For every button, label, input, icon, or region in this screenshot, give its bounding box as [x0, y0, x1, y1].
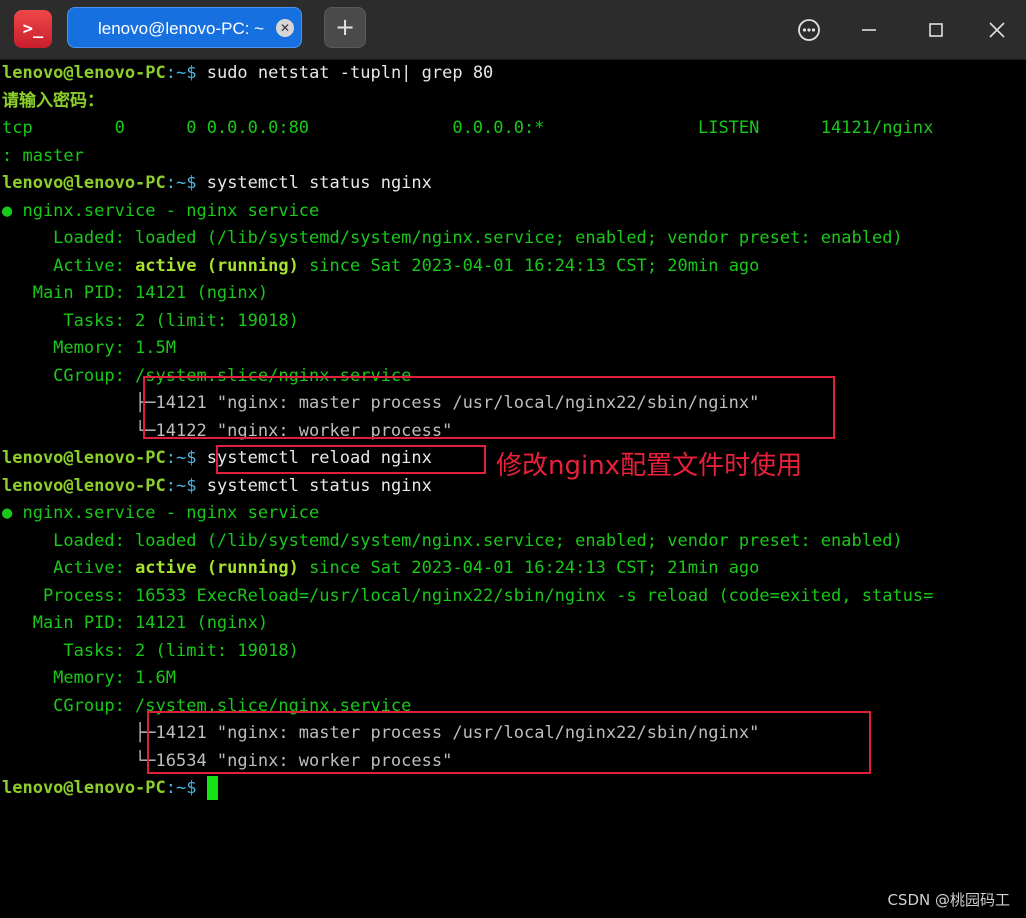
- terminal-line: Tasks: 2 (limit: 19018): [2, 311, 299, 331]
- terminal-line: Main PID: 14121 (nginx): [2, 613, 269, 633]
- plus-icon: +: [334, 13, 356, 41]
- text-cursor: [206, 776, 218, 800]
- watermark: CSDN @桃园码工: [887, 891, 1010, 909]
- command-text: systemctl reload nginx: [206, 448, 432, 468]
- maximize-icon[interactable]: [918, 12, 954, 48]
- terminal-line: ● nginx.service - nginx service: [2, 201, 320, 221]
- terminal-line: lenovo@lenovo-PC:~$ sudo netstat -tupln|…: [2, 63, 494, 83]
- terminal-line: CGroup: /system.slice/nginx.service: [2, 366, 412, 386]
- annotation-text: 修改nginx配置文件时使用: [496, 451, 803, 481]
- close-icon[interactable]: ✕: [276, 19, 294, 37]
- terminal-line: tcp 0 0 0.0.0.0:80 0.0.0.0:* LISTEN 1412…: [2, 118, 934, 138]
- terminal-line: CGroup: /system.slice/nginx.service: [2, 696, 412, 716]
- terminal-line: └─16534 "nginx: worker process": [2, 751, 453, 771]
- more-icon[interactable]: [791, 12, 827, 48]
- terminal-line: Memory: 1.5M: [2, 338, 176, 358]
- terminal-line: lenovo@lenovo-PC:~$: [2, 776, 218, 800]
- terminal-line: ├─14121 "nginx: master process /usr/loca…: [2, 393, 760, 413]
- terminal-output[interactable]: lenovo@lenovo-PC:~$ sudo netstat -tupln|…: [0, 60, 1026, 918]
- terminal-line: Process: 16533 ExecReload=/usr/local/ngi…: [2, 586, 934, 606]
- terminal-line: └─14122 "nginx: worker process": [2, 421, 453, 441]
- terminal-line: ● nginx.service - nginx service: [2, 503, 320, 523]
- minimize-icon[interactable]: [851, 12, 887, 48]
- terminal-icon[interactable]: >_: [14, 10, 52, 48]
- terminal-line: Active: active (running) since Sat 2023-…: [2, 256, 760, 276]
- terminal-line: lenovo@lenovo-PC:~$ systemctl status ngi…: [2, 476, 432, 496]
- terminal-line: 请输入密码：: [2, 89, 104, 113]
- terminal-line: Loaded: loaded (/lib/systemd/system/ngin…: [2, 531, 903, 551]
- terminal-line: Memory: 1.6M: [2, 668, 176, 688]
- terminal-line: Main PID: 14121 (nginx): [2, 283, 269, 303]
- command-text: systemctl status nginx: [206, 476, 432, 496]
- terminal-line: Active: active (running) since Sat 2023-…: [2, 558, 760, 578]
- terminal-line: Tasks: 2 (limit: 19018): [2, 641, 299, 661]
- terminal-line: lenovo@lenovo-PC:~$ systemctl reload ngi…: [2, 448, 432, 468]
- command-text: sudo netstat -tupln| grep 80: [206, 63, 494, 83]
- tab-title: lenovo@lenovo-PC: ~: [98, 19, 265, 38]
- new-tab-button[interactable]: +: [324, 7, 366, 48]
- terminal-line: ├─14121 "nginx: master process /usr/loca…: [2, 723, 760, 743]
- status-badge: active (running): [135, 256, 299, 276]
- command-text: systemctl status nginx: [206, 173, 432, 193]
- password-prompt: 请输入密码：: [2, 91, 104, 111]
- close-window-icon[interactable]: [979, 12, 1015, 48]
- tab-terminal[interactable]: lenovo@lenovo-PC: ~ ✕: [67, 7, 302, 48]
- title-bar: >_ lenovo@lenovo-PC: ~ ✕ +: [0, 0, 1026, 60]
- terminal-line: lenovo@lenovo-PC:~$ systemctl status ngi…: [2, 173, 432, 193]
- terminal-line: : master: [2, 146, 84, 166]
- terminal-line: Loaded: loaded (/lib/systemd/system/ngin…: [2, 228, 903, 248]
- status-badge: active (running): [135, 558, 299, 578]
